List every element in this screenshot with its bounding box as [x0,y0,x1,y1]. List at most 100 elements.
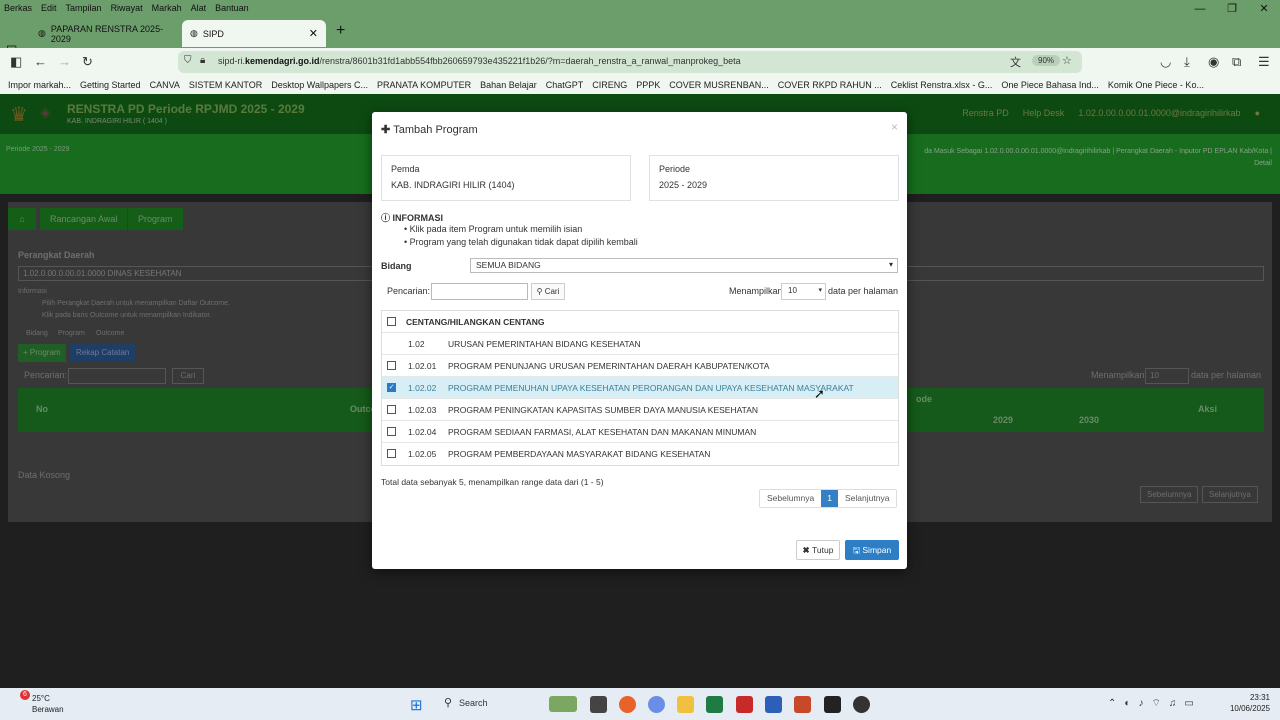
breadcrumb-rancangan-awal[interactable]: Rancangan Awal [40,208,128,230]
acrobat-app-icon[interactable] [736,696,753,713]
add-program-button[interactable]: + Program [18,344,66,362]
notification-icon[interactable]: ● [1255,108,1260,118]
cari-button[interactable]: Cari [172,368,204,384]
menu-icon[interactable]: ☰ [1258,54,1270,70]
weather-widget[interactable]: 25°C Berawan [32,693,64,715]
forward-icon[interactable]: → [58,54,71,69]
perpage-select[interactable]: 10 [1145,368,1189,384]
pencarian-input[interactable] [431,283,528,300]
reload-icon[interactable]: ↻ [82,54,93,70]
chevron-up-icon[interactable]: ⌃ [1108,698,1124,709]
pocket-icon[interactable]: ◡ [1160,54,1171,70]
bookmark-item[interactable]: CANVA [150,80,180,90]
nav-user[interactable]: 1.02.0.00.0.00.01.0000@indragirihilirkab [1078,108,1240,118]
perpage-select[interactable]: 10 ▾ [781,283,826,300]
translate-icon[interactable]: 文 [1010,54,1021,70]
bookmark-item[interactable]: ChatGPT [546,80,584,90]
menu-markah[interactable]: Markah [152,3,182,13]
detail-link[interactable]: Detail [924,158,1272,170]
table-row[interactable]: 1.02.01 PROGRAM PENUNJANG URUSAN PEMERINT… [382,355,898,377]
capcut-app-icon[interactable] [824,696,841,713]
page-1-button[interactable]: 1 [821,490,838,507]
sidebar-icon[interactable]: ◧ [10,54,22,70]
rekap-catatan-button[interactable]: Rekap Catatan [70,344,136,362]
bookmark-item[interactable]: Getting Started [80,80,141,90]
table-row[interactable]: 1.02.03 PROGRAM PENINGKATAN KAPASITAS SUM… [382,399,898,421]
tutup-button[interactable]: ✖ Tutup [796,540,840,560]
account-icon[interactable]: ◉ [1208,54,1219,70]
menu-alat[interactable]: Alat [191,3,207,13]
cari-button[interactable]: ⚲ Cari [531,283,565,300]
row-checkbox[interactable] [387,449,396,458]
chrome-app-icon[interactable] [853,696,870,713]
next-page-button[interactable]: Selanjutnya [838,490,896,507]
table-row[interactable]: 1.02 URUSAN PEMERINTAHAN BIDANG KESEHATAN [382,333,898,355]
zoom-badge[interactable]: 90% [1032,55,1061,66]
clock[interactable]: 23:31 10/06/2025 [1230,692,1270,714]
wifi-icon[interactable]: ⌔ [1151,698,1168,709]
downloads-icon[interactable]: ⤓ [1184,54,1190,70]
row-checkbox[interactable] [387,361,396,370]
battery-icon[interactable]: ▭ [1184,698,1201,709]
bookmark-item[interactable]: Bahan Belajar [480,80,537,90]
word-app-icon[interactable] [765,696,782,713]
menu-riwayat[interactable]: Riwayat [111,3,143,13]
network-icon[interactable]: ◐ [1124,698,1138,709]
bookmark-item[interactable]: COVER RKPD RAHUN ... [778,80,882,90]
row-checkbox[interactable] [387,405,396,414]
bookmark-item[interactable]: One Piece Bahasa Ind... [1001,80,1099,90]
back-icon[interactable]: ← [34,54,47,69]
bookmark-item[interactable]: SISTEM KANTOR [189,80,262,90]
simpan-button[interactable]: 🖫︎ Simpan [845,540,899,560]
copilot-app-icon[interactable] [648,696,665,713]
system-tray-icons[interactable]: ⌃◐♪⌔♫▭ [1108,697,1202,710]
home-icon[interactable]: ⌂ [8,208,36,230]
bookmark-item[interactable]: Ceklist Renstra.xlsx - G... [891,80,993,90]
nav-help-desk[interactable]: Help Desk [1023,108,1065,118]
prev-page-button[interactable]: Sebelumnya [760,490,821,507]
new-tab-icon[interactable]: + [336,22,345,40]
bookmark-item[interactable]: Komik One Piece - Ko... [1108,80,1204,90]
excel-app-icon[interactable] [706,696,723,713]
close-tab-icon[interactable]: ✕ [309,27,318,40]
next-page-button[interactable]: Selanjutnya [1202,486,1258,503]
file-explorer-app-icon[interactable] [590,696,607,713]
firefox-app-icon[interactable] [619,696,636,713]
address-bar[interactable]: ⛉ 🔒︎ sipd-ri.kemendagri.go.id/renstra/86… [178,51,1082,73]
bidang-select[interactable]: SEMUA BIDANG ▾ [470,258,898,273]
menu-edit[interactable]: Edit [41,3,57,13]
widget-image-icon[interactable] [549,696,577,712]
volume-icon[interactable]: ♫ [1169,698,1185,709]
tab-paparan-renstra[interactable]: ◍ PAPARAN RENSTRA 2025-2029 [30,20,178,47]
bookmark-item[interactable]: COVER MUSRENBAN... [669,80,769,90]
row-checkbox[interactable] [387,427,396,436]
prev-page-button[interactable]: Sebelumnya [1140,486,1199,503]
tab-sipd[interactable]: ◍ SIPD ✕ [182,20,326,47]
bookmark-item[interactable]: Desktop Wallpapers C... [271,80,368,90]
pencarian-input[interactable] [68,368,166,384]
bookmark-item[interactable]: Impor markah... [8,80,71,90]
powerpoint-app-icon[interactable] [794,696,811,713]
table-header-row[interactable]: CENTANG/HILANGKAN CENTANG [382,311,898,333]
shield-icon[interactable]: ⛉ [184,55,192,66]
modal-close-icon[interactable]: × [891,120,898,134]
lock-icon[interactable]: 🔒︎ [200,55,205,66]
bookmark-item[interactable]: PPPK [636,80,660,90]
windows-start-icon[interactable]: ⊞ [410,696,423,714]
breadcrumb-program[interactable]: Program [128,208,183,230]
menu-bantuan[interactable]: Bantuan [215,3,249,13]
bookmark-item[interactable]: CIRENG [592,80,627,90]
table-row[interactable]: 1.02.05 PROGRAM PEMBERDAYAAN MASYARAKAT B… [382,443,898,465]
bookmark-star-icon[interactable]: ☆ [1062,54,1072,67]
row-checkbox[interactable]: ✓ [387,383,396,392]
url-text[interactable]: sipd-ri.kemendagri.go.id/renstra/8601b31… [218,56,741,66]
microphone-icon[interactable]: ♪ [1138,698,1151,709]
menu-berkas[interactable]: Berkas [4,3,32,13]
select-all-checkbox[interactable] [387,317,396,326]
folder-app-icon[interactable] [677,696,694,713]
nav-renstra-pd[interactable]: Renstra PD [962,108,1009,118]
table-row[interactable]: 1.02.04 PROGRAM SEDIAAN FARMASI, ALAT KES… [382,421,898,443]
taskbar-search[interactable]: Search [459,698,488,708]
extensions-icon[interactable]: ⧉ [1232,54,1241,70]
menu-tampilan[interactable]: Tampilan [66,3,102,13]
